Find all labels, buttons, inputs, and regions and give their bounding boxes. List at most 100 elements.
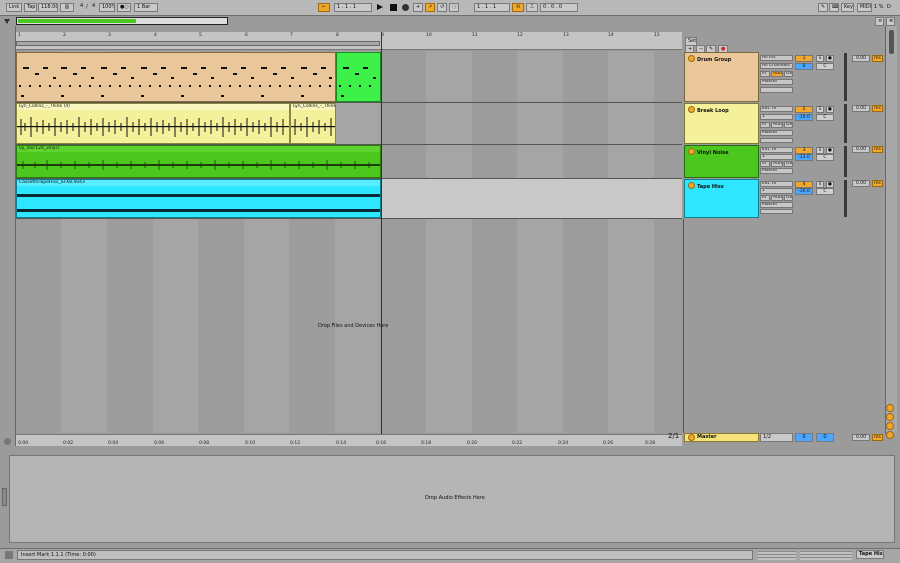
draw-mode-icon[interactable]: ✎ — [818, 3, 828, 12]
master-output-select[interactable]: 1/2 — [760, 433, 793, 442]
drum-group-clip[interactable] — [16, 52, 336, 102]
vertical-scrollbar[interactable] — [885, 26, 897, 434]
groove-amount-field[interactable]: 100% — [99, 3, 115, 12]
pan-field[interactable]: C — [816, 63, 834, 70]
monitor-in-button[interactable]: In — [760, 122, 770, 128]
track-header-tape-hiss[interactable]: Tape Hiss — [684, 179, 759, 218]
overview-toggle-icon[interactable] — [4, 438, 11, 445]
output-channel-select[interactable] — [760, 138, 793, 143]
follow-icon[interactable]: ●○ — [117, 3, 131, 12]
beat-time-ruler[interactable] — [16, 32, 682, 50]
fold-icon[interactable] — [688, 148, 695, 155]
track-delay-field[interactable]: 0.00 — [852, 180, 870, 187]
mixer-toggle-icon[interactable] — [886, 431, 894, 439]
info-view-toggle-icon[interactable] — [5, 551, 13, 559]
input-channel-select[interactable]: All Channels — [760, 63, 793, 69]
volume-field[interactable]: -13.0 — [795, 154, 813, 161]
scroll-thumb[interactable] — [889, 30, 894, 54]
link-button[interactable]: Link — [6, 3, 22, 12]
input-type-select[interactable]: Ext. In — [760, 147, 793, 153]
monitor-in-button[interactable]: In — [760, 71, 770, 77]
computer-keyboard-icon[interactable]: ⌨ — [829, 3, 839, 12]
break-loop-clip[interactable]: Lyn_Collins_-_Think (4) — [16, 103, 290, 144]
monitor-off-button[interactable]: Off — [784, 161, 793, 167]
master-track-header[interactable]: Master — [684, 433, 759, 442]
monitor-off-button[interactable]: Off — [784, 122, 793, 128]
track-activator[interactable]: 4 — [795, 181, 813, 188]
output-type-select[interactable]: Master — [760, 130, 793, 136]
master-delay-unit[interactable]: ms — [872, 434, 883, 441]
track-delay-field[interactable]: 0.00 — [852, 146, 870, 153]
stop-icon[interactable] — [390, 4, 397, 11]
master-volume-field[interactable]: 0 — [795, 433, 813, 442]
arm-button[interactable]: ● — [826, 181, 834, 188]
capture-midi-icon[interactable]: ◌ — [449, 3, 459, 12]
punch-icon[interactable]: ⎍ — [526, 3, 538, 12]
output-channel-select[interactable] — [760, 87, 793, 93]
volume-field[interactable]: -10.0 — [795, 114, 813, 121]
detail-fold-handle[interactable] — [2, 488, 7, 506]
monitor-off-button[interactable]: Off — [784, 71, 793, 77]
master-pan-field[interactable]: 0 — [816, 433, 834, 442]
monitor-auto-button[interactable]: Auto — [771, 122, 783, 128]
fold-icon[interactable] — [688, 434, 695, 441]
output-type-select[interactable]: Master — [760, 168, 793, 174]
session-view-icon[interactable]: ≡ — [875, 17, 884, 26]
key-map-button[interactable]: Key — [841, 3, 854, 12]
fold-icon[interactable] — [688, 182, 695, 189]
loop-start-field[interactable]: 1 . 1 . 1 — [474, 3, 510, 12]
overdub-icon[interactable]: + — [413, 3, 423, 12]
monitor-auto-button[interactable]: Auto — [771, 161, 783, 167]
fold-icon[interactable] — [688, 106, 695, 113]
track-delay-field[interactable]: 0.00 — [852, 55, 870, 62]
delay-unit-toggle[interactable]: ms — [872, 146, 883, 153]
drum-group-clip-selected[interactable] — [336, 52, 381, 102]
loop-brace[interactable] — [16, 41, 380, 46]
input-channel-select[interactable]: 1 — [760, 154, 793, 160]
loop-end-marker[interactable] — [381, 32, 382, 446]
monitor-in-button[interactable]: In — [760, 161, 770, 167]
input-channel-select[interactable]: 1 — [760, 114, 793, 120]
arrangement-overview[interactable] — [16, 17, 228, 25]
tape-hiss-clip[interactable]: CassetteTapeHiss_SFX8.4043 — [16, 179, 381, 218]
vinyl-noise-clip[interactable]: vy_noir124_vinyl7 — [16, 145, 381, 178]
track-activator[interactable]: 3 — [795, 147, 813, 154]
midi-map-button[interactable]: MIDI — [857, 3, 872, 12]
pan-field[interactable]: C — [816, 114, 834, 121]
zoom-ratio[interactable]: 2/1 — [668, 433, 679, 440]
automation-toggle-icon[interactable] — [886, 404, 894, 412]
time-signature-denominator[interactable]: 4 — [90, 3, 97, 12]
back-to-arrangement-icon[interactable]: ⇠ — [318, 3, 330, 12]
pan-field[interactable]: C — [816, 188, 834, 195]
solo-button[interactable]: S — [816, 106, 824, 113]
track-delay-field[interactable]: 0.00 — [852, 105, 870, 112]
track-header-vinyl-noise[interactable]: Vinyl Noise — [684, 145, 759, 178]
input-type-select[interactable]: Ext. In — [760, 106, 793, 112]
loop-switch-icon[interactable]: ⟲ — [512, 3, 524, 12]
track-activator[interactable]: 2 — [795, 106, 813, 113]
automation-arm-icon[interactable]: ↗ — [425, 3, 435, 12]
break-loop-clip-2[interactable]: Lyn_Collins_-_Think — [290, 103, 336, 144]
loop-length-field[interactable]: 0 . 0 . 0 — [540, 3, 578, 12]
arm-button[interactable]: ● — [826, 106, 834, 113]
volume-field[interactable]: -30.0 — [795, 188, 813, 195]
monitor-in-button[interactable]: In — [760, 195, 770, 201]
monitor-auto-button[interactable]: Auto — [771, 195, 783, 201]
arrangement-position-field[interactable]: 1 . 1 . 1 — [334, 3, 372, 12]
delay-unit-toggle[interactable]: ms — [872, 180, 883, 187]
arrangement-view-icon[interactable]: ≣ — [886, 17, 895, 26]
arm-button[interactable]: ● — [826, 147, 834, 154]
monitor-off-button[interactable]: Off — [784, 195, 793, 201]
output-type-select[interactable]: Master — [760, 202, 793, 208]
sends-toggle-icon[interactable] — [886, 422, 894, 430]
track-header-drum-group[interactable]: Drum Group — [684, 52, 759, 102]
volume-field[interactable]: 0 — [795, 63, 813, 70]
play-icon[interactable] — [377, 4, 383, 10]
track-header-break-loop[interactable]: Break Loop — [684, 103, 759, 144]
record-icon[interactable] — [402, 4, 409, 11]
time-signature-numerator[interactable]: 4 — [78, 3, 85, 12]
selected-track-label[interactable]: Tape Hiss — [856, 550, 884, 559]
input-type-select[interactable]: All Ins — [760, 55, 793, 61]
solo-button[interactable]: S — [816, 147, 824, 154]
output-type-select[interactable]: Master — [760, 79, 793, 85]
